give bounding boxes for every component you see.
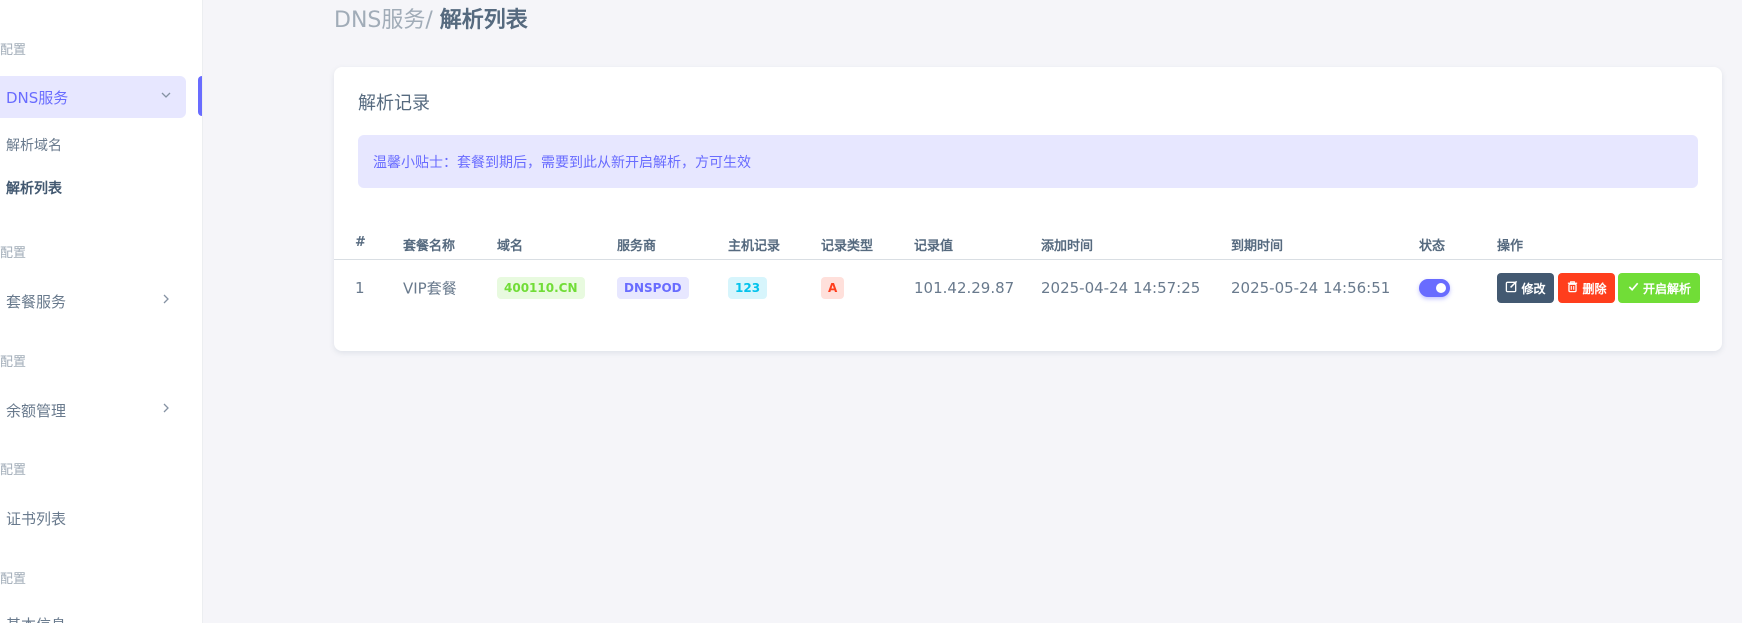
column-header: 套餐名称 [403, 239, 456, 254]
card-title: 解析记录 [358, 93, 430, 114]
column-header: 记录值 [914, 239, 954, 254]
enable-resolve-button[interactable]: 开启解析 [1618, 273, 1700, 303]
cell-provider: DNSPOD [617, 277, 689, 299]
sidebar-item-label: 余额管理 [6, 401, 67, 420]
tip-text: 温馨小贴士：套餐到期后，需要到此从新开启解析，方可生效 [373, 154, 751, 171]
type-badge: A [821, 277, 845, 299]
table-row: 1 VIP套餐 400110.CN DNSPOD 123 A 101.42.29… [334, 261, 1722, 315]
sidebar-item-certificates[interactable]: 证书列表 [0, 497, 186, 539]
column-header: 域名 [497, 239, 524, 254]
check-icon [1627, 280, 1640, 296]
sidebar-item-package-service[interactable]: 套餐服务 [0, 280, 186, 322]
chevron-right-icon [160, 293, 172, 309]
host-badge: 123 [728, 277, 768, 299]
enable-resolve-label: 开启解析 [1642, 281, 1691, 296]
breadcrumb: DNS服务/ 解析列表 [334, 2, 528, 34]
column-header: 服务商 [617, 239, 657, 254]
chevron-right-icon [160, 402, 172, 418]
cell-domain: 400110.CN [497, 277, 585, 299]
cell-added-time: 2025-04-24 14:57:25 [1041, 279, 1201, 297]
menu-header: 配置 [0, 246, 27, 261]
toggle-knob [1436, 283, 1446, 293]
menu-header: 配置 [0, 463, 27, 478]
sidebar: 配置 DNS服务 解析域名 解析列表 配置 套餐服务 配置 余额管理 配置 证书… [0, 0, 203, 623]
sidebar-item-dns-service[interactable]: DNS服务 [0, 76, 186, 118]
sidebar-subitem-resolve-list[interactable]: 解析列表 [6, 178, 62, 198]
cell-expire-time: 2025-05-24 14:56:51 [1231, 279, 1391, 297]
menu-header: 配置 [0, 355, 27, 370]
column-header: 状态 [1419, 239, 1446, 254]
tip-alert: 温馨小贴士：套餐到期后，需要到此从新开启解析，方可生效 [358, 135, 1698, 188]
column-header: 操作 [1497, 239, 1524, 254]
edit-button[interactable]: 修改 [1497, 273, 1554, 303]
sidebar-subitem-resolve-domain[interactable]: 解析域名 [6, 135, 62, 155]
column-header: 添加时间 [1041, 239, 1094, 254]
sidebar-item-label: 套餐服务 [6, 292, 67, 311]
cell-type: A [821, 277, 845, 299]
menu-header: 配置 [0, 572, 27, 587]
cell-index: 1 [355, 279, 365, 297]
column-header: 记录类型 [821, 239, 874, 254]
records-card: 解析记录 温馨小贴士：套餐到期后，需要到此从新开启解析，方可生效 # 套餐名称 … [334, 67, 1722, 351]
edit-icon [1505, 280, 1518, 296]
status-toggle[interactable] [1419, 279, 1450, 297]
cell-package: VIP套餐 [403, 279, 457, 298]
sidebar-item-label: DNS服务 [6, 88, 69, 107]
page-title: 解析列表 [439, 8, 528, 33]
cell-host: 123 [728, 277, 768, 299]
sidebar-item-label: 证书列表 [6, 509, 67, 528]
menu-header: 配置 [0, 43, 27, 58]
delete-label: 删除 [1582, 281, 1607, 296]
delete-button[interactable]: 删除 [1558, 273, 1615, 303]
column-header: # [355, 235, 366, 250]
cell-value: 101.42.29.87 [914, 279, 1015, 297]
column-header: 到期时间 [1231, 239, 1284, 254]
table-header: # 套餐名称 域名 服务商 主机记录 记录类型 记录值 添加时间 到期时间 状态… [334, 222, 1722, 260]
trash-icon [1566, 280, 1579, 296]
provider-badge: DNSPOD [617, 277, 689, 299]
sidebar-item-balance[interactable]: 余额管理 [0, 389, 186, 431]
domain-badge: 400110.CN [497, 277, 585, 299]
edit-label: 修改 [1521, 281, 1546, 296]
column-header: 主机记录 [728, 239, 781, 254]
sidebar-item-basic-info[interactable]: 基本信息 [6, 614, 66, 623]
breadcrumb-parent[interactable]: DNS服务/ [334, 8, 440, 33]
chevron-down-icon [160, 89, 172, 105]
active-indicator [198, 76, 202, 116]
